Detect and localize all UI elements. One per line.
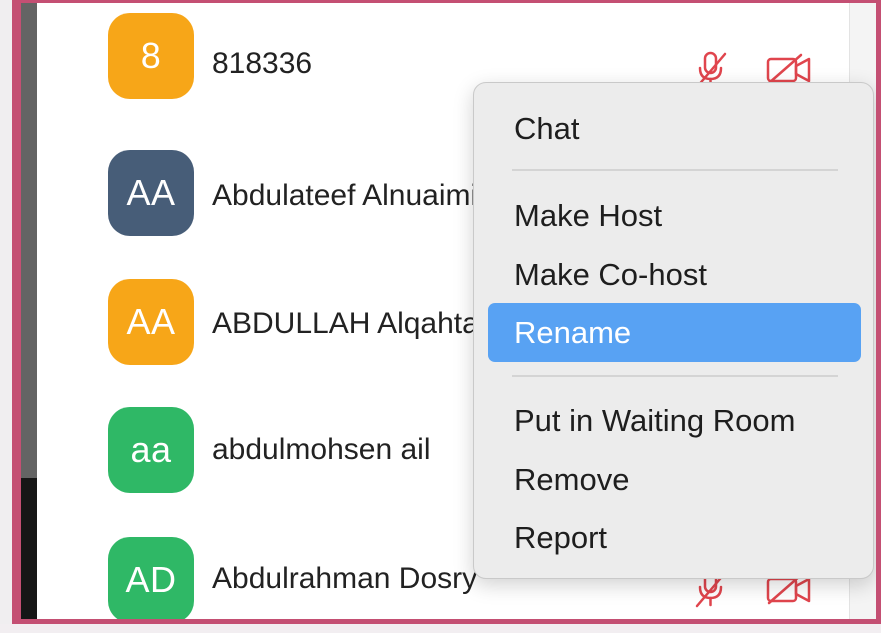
avatar: 8 [108,13,194,99]
avatar: aa [108,407,194,493]
menu-item-rename[interactable]: Rename [488,303,861,362]
avatar: AD [108,537,194,623]
menu-item-make-co-host[interactable]: Make Co-host [488,245,861,304]
menu-item-remove[interactable]: Remove [488,450,861,509]
bottom-margin [0,624,881,633]
window-edge-dark [21,478,37,628]
menu-item-report[interactable]: Report [488,508,861,567]
participant-name: Abdulateef Alnuaimi [212,179,478,212]
menu-item-chat[interactable]: Chat [488,99,861,158]
avatar: AA [108,279,194,365]
menu-separator [512,375,838,377]
menu-item-make-host[interactable]: Make Host [488,186,861,245]
participant-context-menu: Chat Make Host Make Co-host Rename Put i… [473,82,874,579]
avatar: AA [108,150,194,236]
participant-name: ABDULLAH Alqahtani [212,307,503,340]
participant-name: 818336 [212,47,313,80]
participant-name: Abdulrahman Dosry [212,562,478,595]
participant-name: abdulmohsen ail [212,433,431,466]
video-off-icon[interactable] [765,53,813,85]
window-edge [21,0,37,478]
menu-separator [512,169,838,171]
menu-item-put-in-waiting-room[interactable]: Put in Waiting Room [488,391,861,450]
left-margin [0,0,16,633]
